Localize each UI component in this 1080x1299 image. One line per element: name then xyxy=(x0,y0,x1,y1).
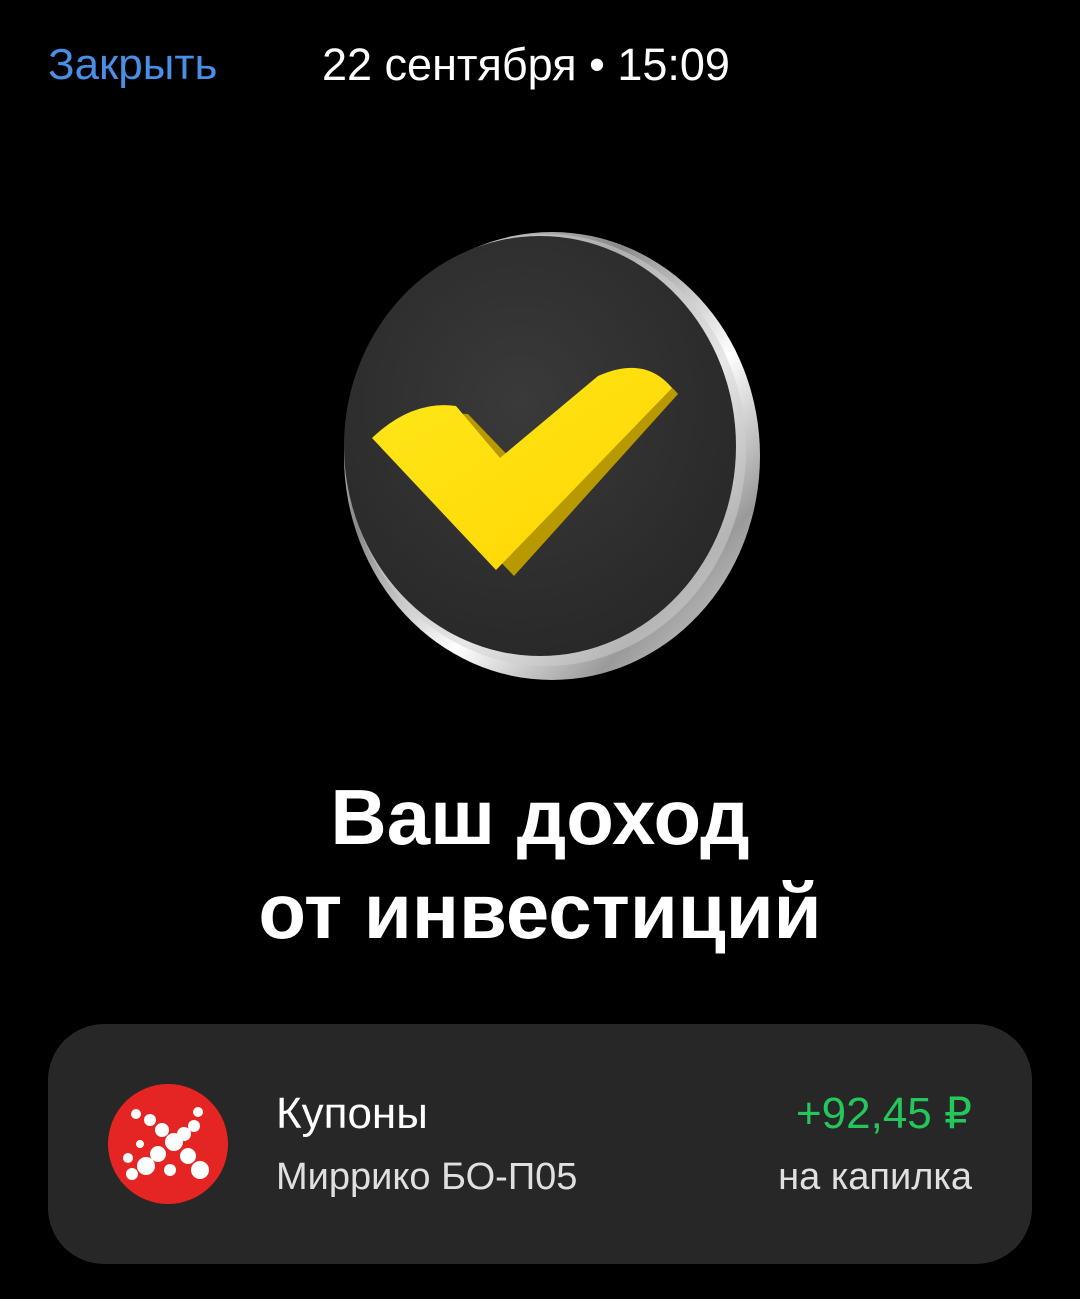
headline-line-2: от инвестиций xyxy=(258,867,822,955)
top-bar: Закрыть 22 сентября • 15:09 xyxy=(0,0,1080,130)
close-button[interactable]: Закрыть xyxy=(48,38,217,92)
income-notification-screen: Закрыть 22 сентября • 15:09 Ваш доход от… xyxy=(0,0,1080,1299)
income-type-label: Купоны xyxy=(276,1089,428,1138)
mirriko-logo-icon xyxy=(108,1084,228,1204)
date-time-label: 22 сентября • 15:09 xyxy=(322,39,730,90)
checkmark-coin-icon xyxy=(300,210,780,700)
headline-line-1: Ваш доход xyxy=(330,773,750,861)
headline: Ваш доход от инвестиций xyxy=(0,770,1080,958)
security-name-label: Миррико БО-П05 xyxy=(276,1156,578,1198)
income-amount: +92,45 ₽ xyxy=(795,1089,972,1138)
income-destination-label: на капилка xyxy=(778,1156,972,1198)
coupon-income-card[interactable]: Купоны Миррико БО-П05 +92,45 ₽ на капилк… xyxy=(48,1024,1032,1264)
